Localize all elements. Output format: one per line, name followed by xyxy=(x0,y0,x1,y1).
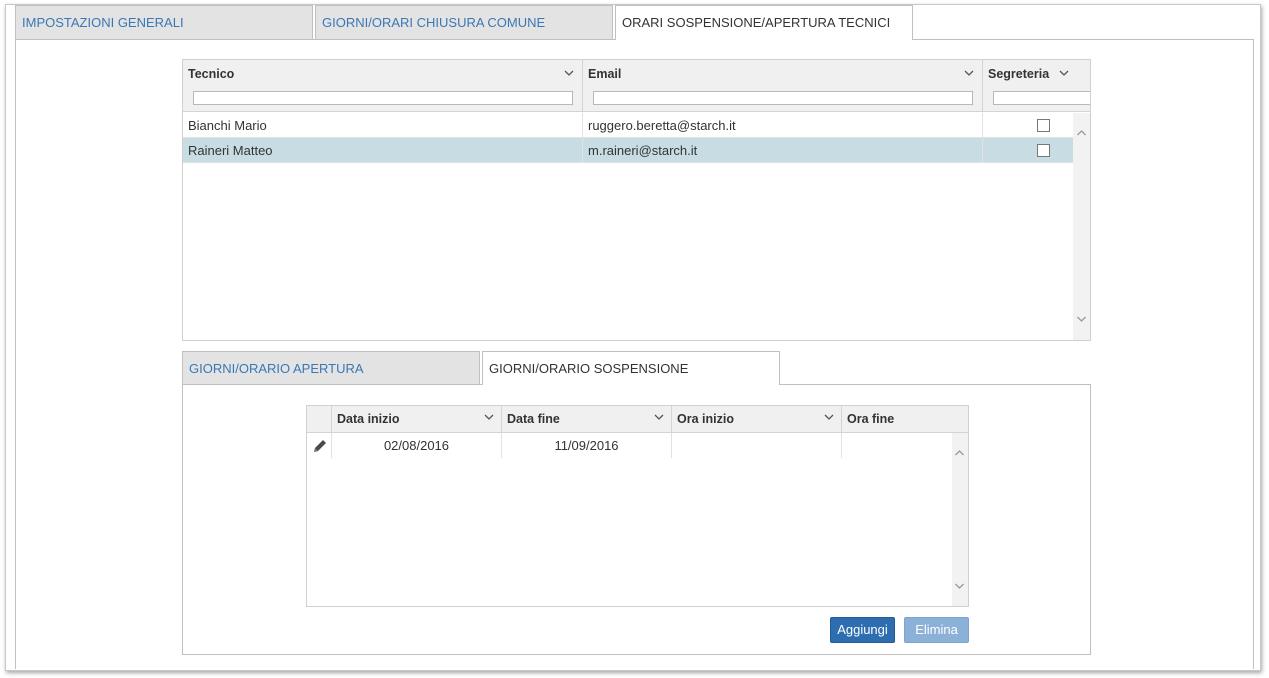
active-subtab-connector xyxy=(483,383,779,385)
tab-label: GIORNI/ORARI CHIUSURA COMUNE xyxy=(322,15,546,30)
tab-giorni-orari-chiusura-comune[interactable]: GIORNI/ORARI CHIUSURA COMUNE xyxy=(315,5,613,39)
column-title: Segreteria xyxy=(988,67,1050,81)
chevron-down-icon[interactable] xyxy=(963,68,975,78)
column-title: Email xyxy=(588,67,622,81)
segreteria-checkbox[interactable] xyxy=(1037,119,1050,132)
tab-label: GIORNI/ORARIO APERTURA xyxy=(189,361,364,376)
email-filter-input[interactable] xyxy=(593,91,973,105)
cell-tecnico: Bianchi Mario xyxy=(183,113,583,137)
column-header-ora-fine[interactable]: Ora fine xyxy=(842,406,968,432)
column-title: Data inizio xyxy=(337,412,400,426)
column-header-data-fine[interactable]: Data fine xyxy=(502,406,672,432)
chevron-up-icon[interactable] xyxy=(953,448,966,458)
chevron-down-icon[interactable] xyxy=(563,68,575,78)
column-title: Ora fine xyxy=(847,412,895,426)
aggiungi-button[interactable]: Aggiungi xyxy=(830,617,895,643)
table-row[interactable]: Raineri Matteo m.raineri@starch.it xyxy=(183,138,1073,163)
chevron-down-icon[interactable] xyxy=(1075,314,1088,324)
chevron-down-icon[interactable] xyxy=(483,412,495,422)
chevron-down-icon[interactable] xyxy=(1058,68,1070,78)
cell-email: m.raineri@starch.it xyxy=(583,138,983,162)
cell-ora-fine xyxy=(842,433,952,458)
table-row[interactable]: 02/08/2016 11/09/2016 xyxy=(307,433,952,458)
chevron-down-icon[interactable] xyxy=(823,412,835,422)
cell-actions xyxy=(307,433,332,458)
tab-label: IMPOSTAZIONI GENERALI xyxy=(22,15,184,30)
tecnici-scrollbar[interactable] xyxy=(1073,113,1090,340)
chevron-up-icon[interactable] xyxy=(1075,128,1088,138)
column-header-ora-inizio[interactable]: Ora inizio xyxy=(672,406,842,432)
cell-segreteria xyxy=(983,113,1073,137)
cell-tecnico: Raineri Matteo xyxy=(183,138,583,162)
chevron-down-icon[interactable] xyxy=(953,581,966,591)
tab-label: GIORNI/ORARIO SOSPENSIONE xyxy=(489,361,689,376)
sospensione-scrollbar[interactable] xyxy=(952,433,968,606)
table-row[interactable]: Bianchi Mario ruggero.beretta@starch.it xyxy=(183,113,1073,138)
cell-data-fine: 11/09/2016 xyxy=(502,433,672,458)
cell-email: ruggero.beretta@starch.it xyxy=(583,113,983,137)
tab-impostazioni-generali[interactable]: IMPOSTAZIONI GENERALI xyxy=(15,5,313,39)
column-title: Data fine xyxy=(507,412,560,426)
pencil-icon[interactable] xyxy=(312,438,328,454)
segreteria-checkbox[interactable] xyxy=(1037,144,1050,157)
column-title: Tecnico xyxy=(188,67,235,81)
tecnici-grid-header: Tecnico Email Segreteria xyxy=(183,60,1090,112)
tecnico-filter-input[interactable] xyxy=(193,91,573,105)
column-title: Ora inizio xyxy=(677,412,734,426)
chevron-down-icon[interactable] xyxy=(653,412,665,422)
segreteria-filter-input[interactable] xyxy=(993,91,1090,105)
column-header-actions xyxy=(307,406,332,432)
tab-orari-sospensione-apertura-tecnici[interactable]: ORARI SOSPENSIONE/APERTURA TECNICI xyxy=(615,5,913,40)
tecnici-grid: Tecnico Email Segreteria Bianchi Mario r… xyxy=(182,59,1091,341)
sospensione-grid: Data inizio Data fine Ora inizio Ora fin… xyxy=(306,405,969,607)
tab-label: ORARI SOSPENSIONE/APERTURA TECNICI xyxy=(622,15,891,30)
cell-data-inizio: 02/08/2016 xyxy=(332,433,502,458)
cell-ora-inizio xyxy=(672,433,842,458)
cell-segreteria xyxy=(983,138,1073,162)
column-header-tecnico[interactable]: Tecnico xyxy=(183,60,583,111)
tab-giorni-orario-sospensione[interactable]: GIORNI/ORARIO SOSPENSIONE xyxy=(482,351,780,386)
column-header-segreteria[interactable]: Segreteria xyxy=(983,60,1090,111)
column-header-email[interactable]: Email xyxy=(583,60,983,111)
active-tab-connector xyxy=(616,38,912,40)
tab-giorni-orario-apertura[interactable]: GIORNI/ORARIO APERTURA xyxy=(182,351,480,385)
sospensione-grid-header: Data inizio Data fine Ora inizio Ora fin… xyxy=(307,406,968,433)
column-header-data-inizio[interactable]: Data inizio xyxy=(332,406,502,432)
elimina-button[interactable]: Elimina xyxy=(904,617,969,643)
